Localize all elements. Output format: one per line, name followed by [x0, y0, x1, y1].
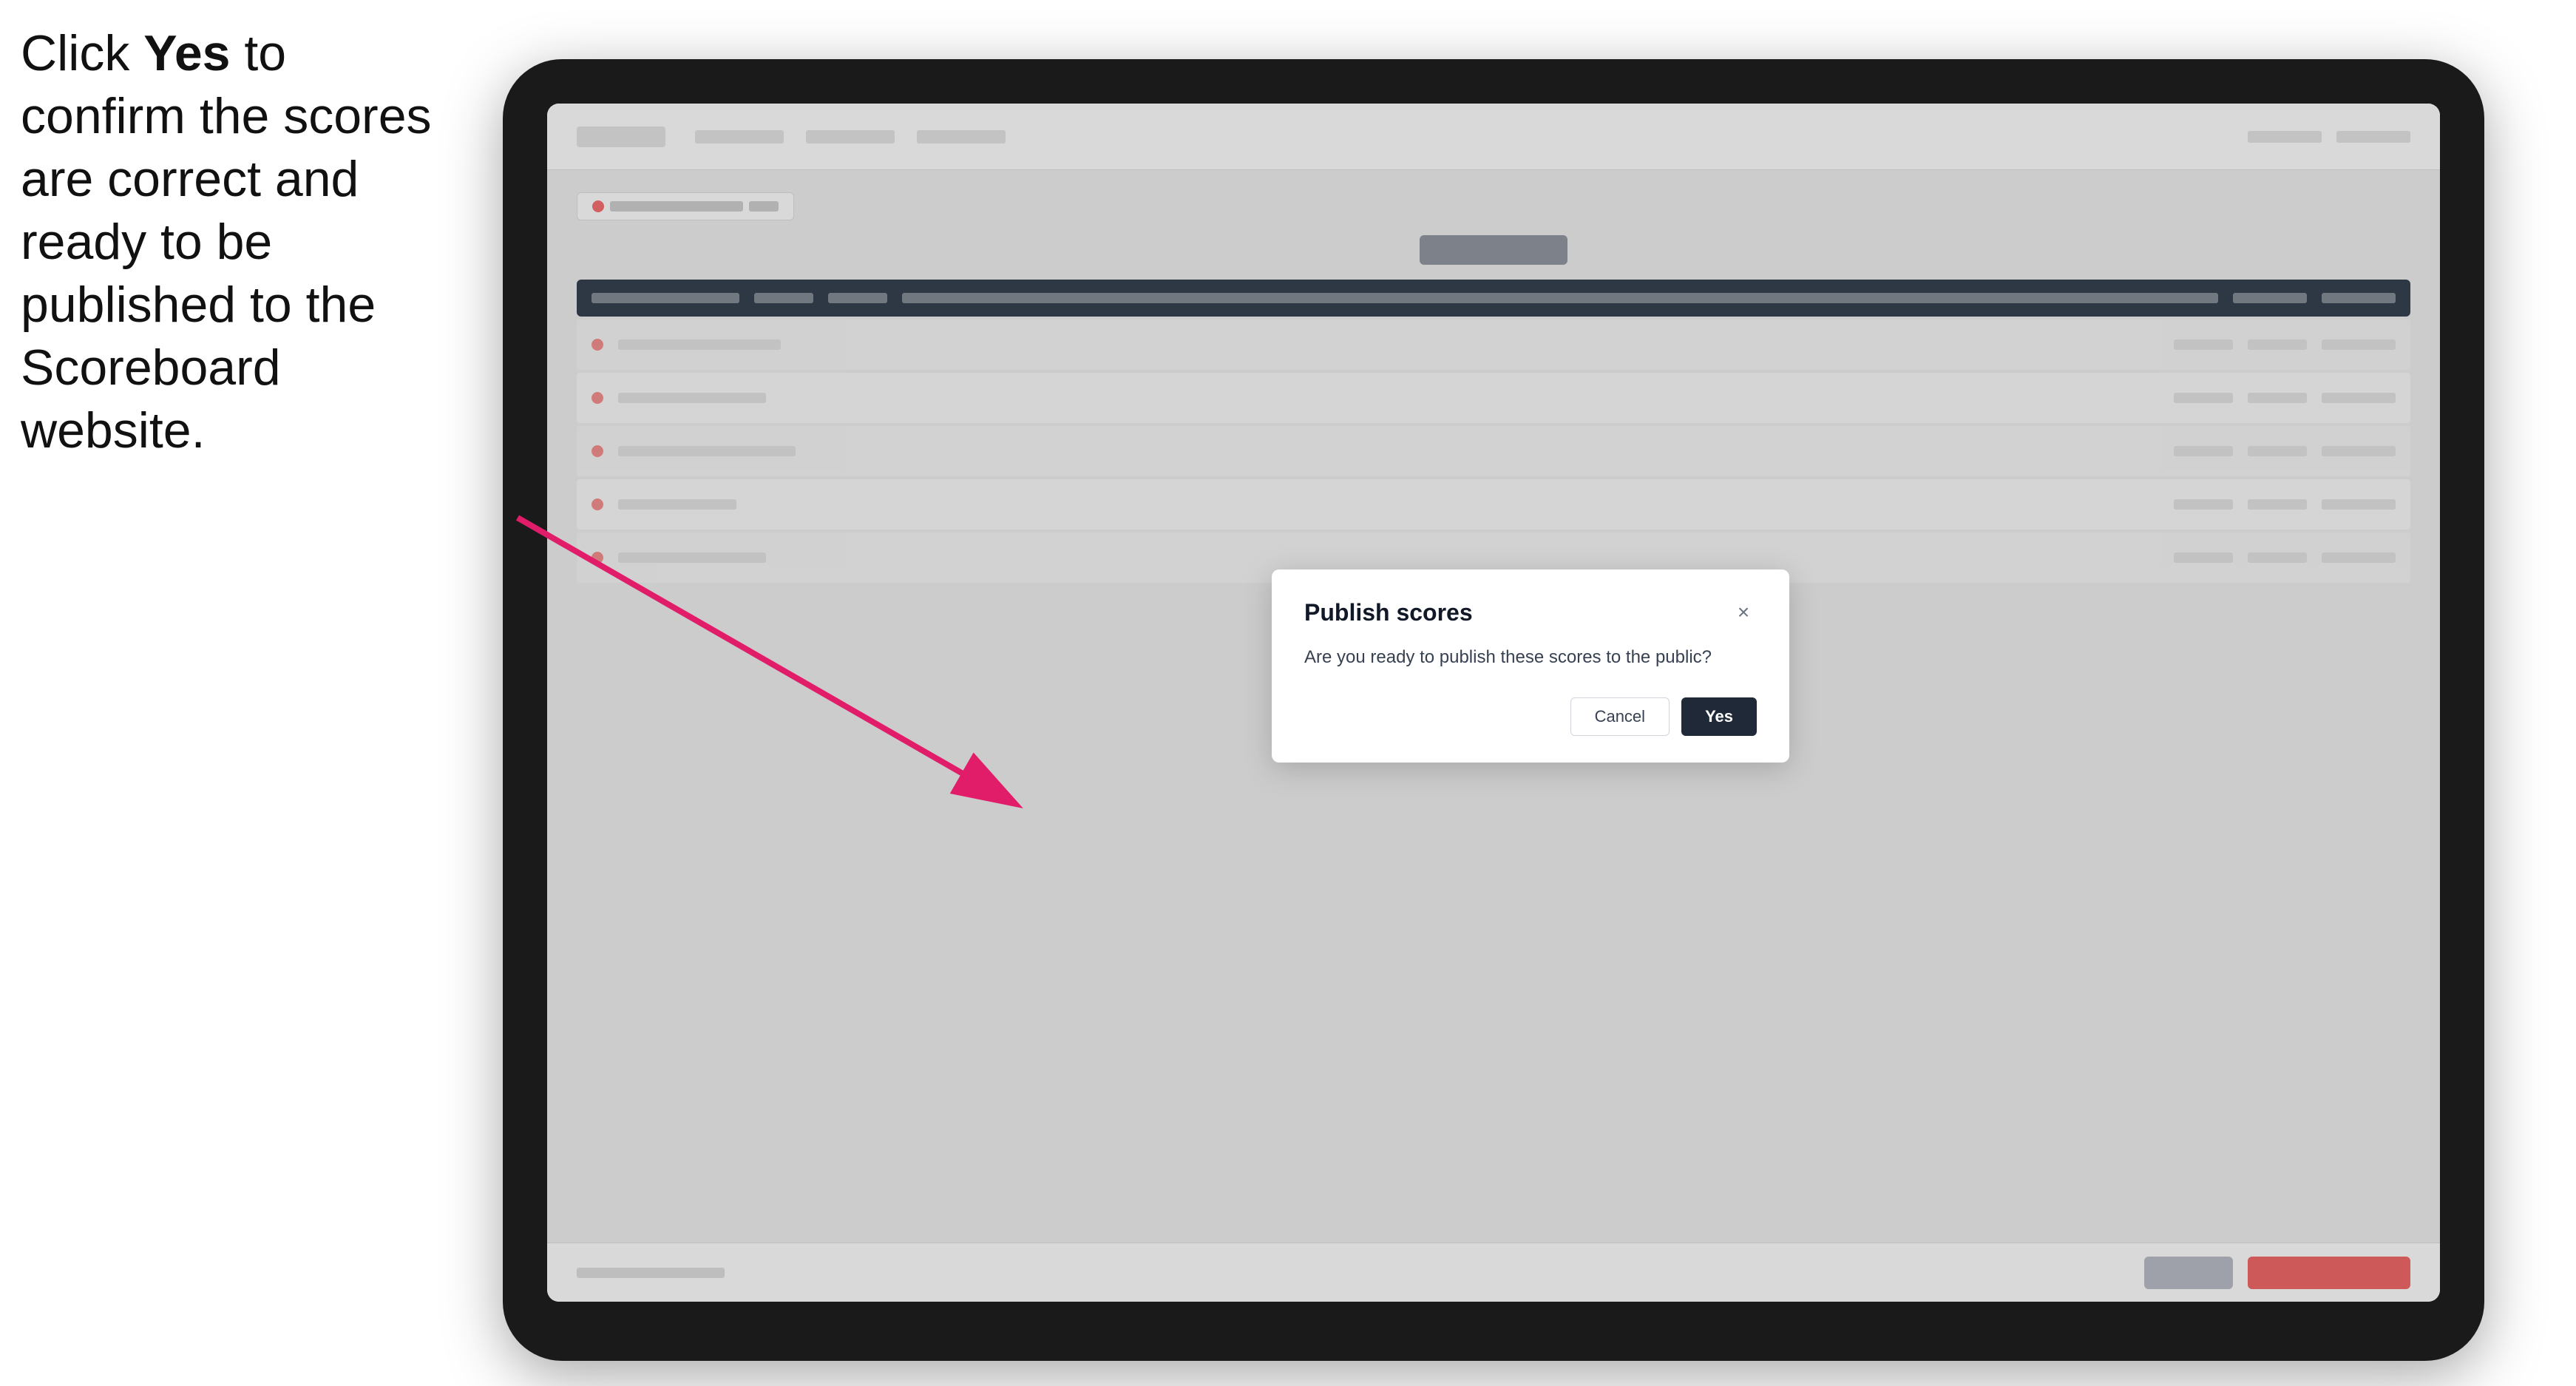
close-icon: × [1738, 601, 1749, 624]
annotation-part2: to confirm the scores are correct and re… [21, 25, 432, 459]
modal-footer: Cancel Yes [1304, 697, 1757, 736]
modal-close-button[interactable]: × [1730, 599, 1757, 626]
tablet-screen: Publish scores × Are you ready to publis… [547, 104, 2440, 1302]
modal-overlay: Publish scores × Are you ready to publis… [547, 104, 2440, 1302]
annotation-bold: Yes [143, 25, 230, 81]
modal-dialog: Publish scores × Are you ready to publis… [1272, 569, 1789, 763]
modal-title: Publish scores [1304, 599, 1473, 626]
yes-button[interactable]: Yes [1681, 697, 1757, 736]
annotation-text: Click Yes to confirm the scores are corr… [21, 22, 435, 462]
cancel-button[interactable]: Cancel [1570, 697, 1670, 736]
modal-header: Publish scores × [1304, 599, 1757, 626]
annotation-part1: Click [21, 25, 143, 81]
tablet-device: Publish scores × Are you ready to publis… [503, 59, 2484, 1361]
modal-body: Are you ready to publish these scores to… [1304, 644, 1757, 671]
